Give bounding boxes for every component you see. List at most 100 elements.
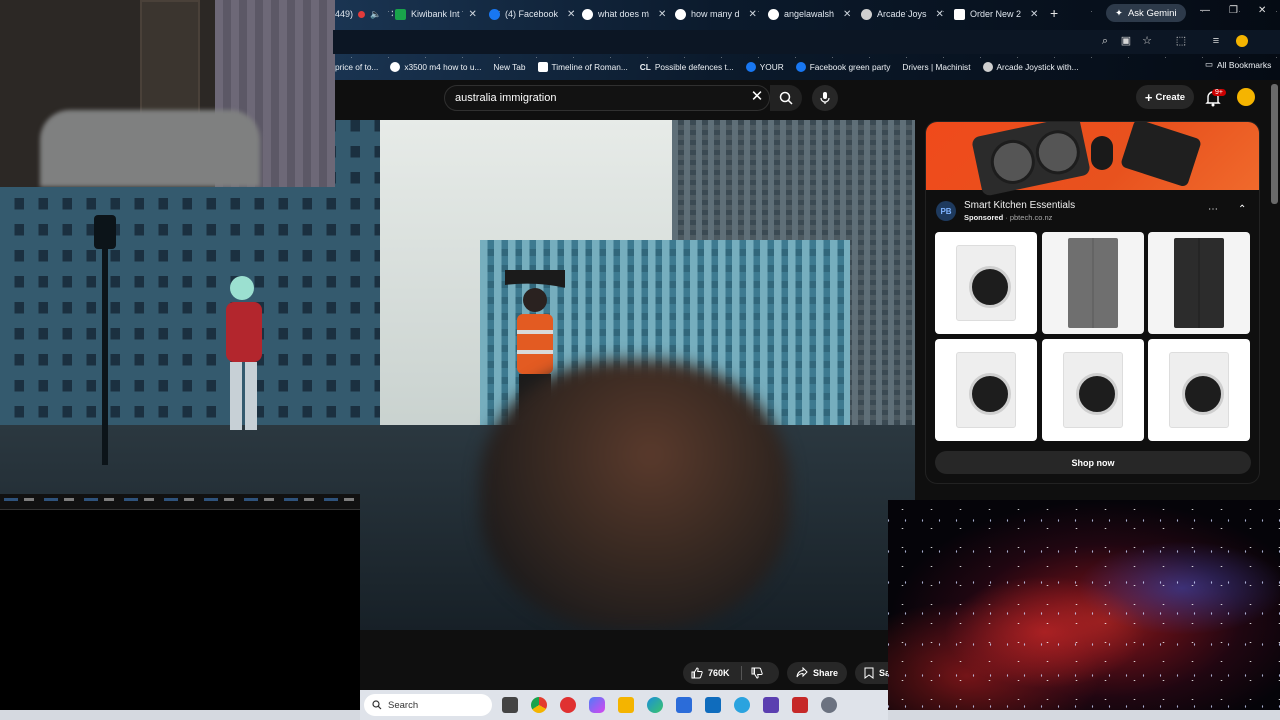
chrome-icon[interactable] — [531, 697, 547, 713]
sparkle-icon: ✦ — [1115, 7, 1123, 19]
product-fridge-silver[interactable] — [1042, 232, 1144, 334]
record-icon — [358, 10, 366, 18]
copilot-icon[interactable] — [589, 697, 605, 713]
close-icon[interactable]: ✕ — [658, 9, 666, 20]
windows-taskbar: Search — [360, 690, 888, 720]
advertiser-logo[interactable]: PB — [936, 201, 956, 221]
ad-title[interactable]: Smart Kitchen Essentials — [964, 200, 1075, 211]
voice-search-button[interactable] — [812, 85, 838, 111]
avatar[interactable] — [1237, 88, 1255, 106]
minimize-icon[interactable]: — — [1200, 5, 1210, 16]
maximize-icon[interactable]: ❐ — [1229, 5, 1238, 16]
share-label: Share — [813, 668, 839, 678]
bookmark-6[interactable]: Facebook green party — [795, 59, 890, 75]
all-bookmarks-button[interactable]: ▭ All Bookmarks — [1205, 59, 1271, 70]
ad-banner-image[interactable] — [926, 122, 1259, 197]
app-purple-icon[interactable] — [763, 697, 779, 713]
webcam-overlay — [0, 0, 335, 187]
google-icon — [768, 8, 779, 20]
zoom-icon[interactable]: ⌕ — [1099, 35, 1111, 47]
bookmark-2[interactable]: New Tab — [493, 59, 525, 75]
sponsored-ad: PB Smart Kitchen Essentials Sponsored · … — [925, 121, 1260, 484]
file-explorer-icon[interactable] — [618, 697, 634, 713]
bookmark-label: YOUR — [759, 62, 784, 72]
app-red-icon[interactable] — [560, 697, 576, 713]
cast-icon[interactable]: ▣ — [1120, 35, 1132, 47]
close-icon[interactable]: ✕ — [1030, 9, 1038, 20]
sponsored-label: Sponsored — [964, 213, 1004, 222]
outlook-icon[interactable] — [705, 697, 721, 713]
product-washer[interactable] — [935, 232, 1037, 334]
washer-image — [956, 352, 1016, 428]
folder-icon: ▭ — [1205, 59, 1214, 69]
star-icon[interactable]: ☆ — [1141, 35, 1153, 47]
profile-icon[interactable] — [1236, 35, 1248, 47]
settings-icon[interactable] — [821, 697, 837, 713]
bookmark-label: price of to... — [335, 62, 379, 72]
product-dryer[interactable] — [1042, 339, 1144, 441]
like-button[interactable]: 760K — [683, 662, 779, 684]
dryer-image — [1063, 352, 1123, 428]
more-options-icon[interactable]: ⋯ — [1208, 204, 1218, 215]
task-view-icon[interactable] — [502, 697, 518, 713]
search-button[interactable] — [770, 85, 802, 111]
menu-icon[interactable]: ≡ — [1210, 35, 1222, 47]
microphone-icon — [820, 92, 830, 104]
product-washer-black-door[interactable] — [1148, 339, 1250, 441]
shop-now-button[interactable]: Shop now — [935, 451, 1251, 474]
app-flash-icon[interactable] — [792, 697, 808, 713]
bookmark-7[interactable]: Drivers | Machinist — [902, 59, 970, 75]
new-tab-icon[interactable]: + — [1050, 5, 1058, 21]
thumbs-down-icon[interactable] — [751, 667, 763, 679]
bookmark-8[interactable]: Arcade Joystick with... — [982, 59, 1079, 75]
tab-label: Order New 2 — [970, 9, 1022, 19]
tab-3[interactable]: what does m ✕ — [580, 4, 673, 24]
tab-1[interactable]: Kiwibank Int ✕ — [393, 4, 487, 24]
close-icon[interactable]: ✕ — [749, 9, 757, 20]
edge-icon[interactable] — [647, 697, 663, 713]
tab-5[interactable]: angelawalsh ✕ — [766, 4, 859, 24]
bookmark-1[interactable]: x3500 m4 how to u... — [390, 59, 481, 75]
close-icon[interactable]: ✕ — [936, 9, 944, 20]
close-icon[interactable]: ✕ — [469, 9, 477, 20]
wikipedia-icon — [537, 62, 548, 72]
close-icon[interactable]: ✕ — [567, 9, 575, 20]
product-washer[interactable] — [935, 339, 1037, 441]
bookmark-3[interactable]: Timeline of Roman... — [537, 59, 628, 75]
ask-gemini-button[interactable]: ✦ Ask Gemini — [1106, 4, 1186, 22]
tab-7[interactable]: Order New 2 ✕ — [952, 4, 1048, 24]
thumbs-up-icon — [691, 667, 703, 679]
bookmark-0[interactable]: price of to... — [335, 59, 378, 75]
tab-4[interactable]: how many d ✕ — [673, 4, 766, 24]
clear-search-icon[interactable]: ✕ — [749, 89, 765, 105]
fridge-image — [1068, 238, 1118, 328]
close-window-icon[interactable]: ✕ — [1258, 5, 1266, 16]
tab-6[interactable]: Arcade Joys ✕ — [859, 4, 952, 24]
washer-image — [956, 245, 1016, 321]
tab-label: 449) — [335, 9, 354, 19]
create-button[interactable]: + Create — [1136, 85, 1194, 109]
google-icon — [675, 8, 686, 20]
tab-label: (4) Facebook — [505, 9, 559, 19]
extensions-icon[interactable]: ⬚ — [1175, 35, 1187, 47]
store-icon[interactable] — [676, 697, 692, 713]
tab-2[interactable]: (4) Facebook ✕ — [487, 4, 580, 24]
bookmark-icon — [864, 667, 874, 679]
product-fridge-black[interactable] — [1148, 232, 1250, 334]
cl-icon: CL — [639, 62, 651, 72]
like-count: 760K — [708, 668, 730, 678]
taskbar-search[interactable]: Search — [364, 694, 492, 716]
bookmark-5[interactable]: YOUR — [745, 59, 784, 75]
ask-gemini-label: Ask Gemini — [1127, 7, 1177, 19]
telegram-icon[interactable] — [734, 697, 750, 713]
tablet-image — [1119, 122, 1203, 188]
share-button[interactable]: Share — [787, 662, 848, 684]
video-person-red-jacket — [226, 276, 262, 430]
address-bar[interactable] — [333, 30, 1280, 54]
chevron-up-icon[interactable]: ⌃ — [1238, 204, 1246, 215]
tab-0[interactable]: 449)🔈✕ — [333, 4, 393, 24]
search-input[interactable]: australia immigration — [444, 85, 770, 111]
bookmark-4[interactable]: CL Possible defences t... — [640, 59, 734, 75]
page-scrollbar[interactable] — [1271, 84, 1278, 204]
close-icon[interactable]: ✕ — [843, 9, 851, 20]
